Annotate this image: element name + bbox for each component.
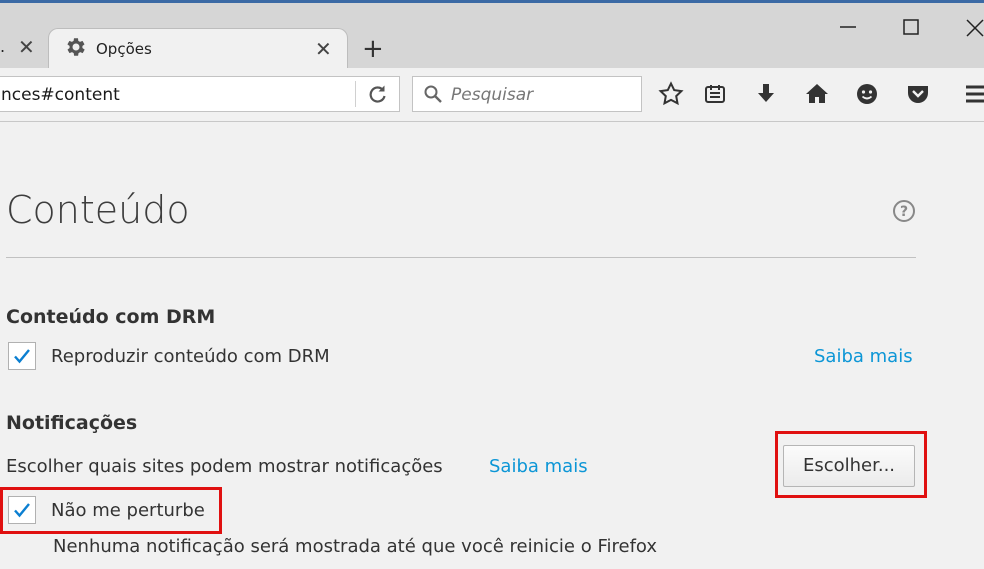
choose-notifications-button[interactable]: Escolher... bbox=[783, 445, 915, 487]
gear-icon bbox=[67, 38, 85, 56]
tab-title: Opções bbox=[96, 40, 152, 58]
navigation-toolbar: nces#content Pesquisar bbox=[0, 68, 984, 122]
tab-previous-title: . bbox=[0, 37, 6, 56]
home-icon[interactable] bbox=[804, 81, 830, 107]
notifications-learn-more-link[interactable]: Saiba mais bbox=[489, 456, 588, 477]
bookmark-star-icon[interactable] bbox=[658, 81, 684, 107]
url-text[interactable]: nces#content bbox=[1, 85, 120, 105]
menu-icon[interactable] bbox=[963, 81, 984, 107]
do-not-disturb-label[interactable]: Não me perturbe bbox=[51, 500, 205, 521]
url-bar[interactable]: nces#content bbox=[0, 76, 400, 112]
notifications-description: Escolher quais sites podem mostrar notif… bbox=[6, 456, 443, 477]
search-placeholder: Pesquisar bbox=[451, 85, 534, 105]
search-icon bbox=[424, 85, 442, 103]
reading-list-icon[interactable] bbox=[702, 81, 728, 107]
drm-checkbox-label[interactable]: Reproduzir conteúdo com DRM bbox=[51, 346, 330, 367]
svg-text:?: ? bbox=[900, 204, 908, 220]
drm-checkbox[interactable] bbox=[8, 342, 36, 370]
download-icon[interactable] bbox=[753, 81, 779, 107]
new-tab-button[interactable]: + bbox=[362, 36, 384, 62]
title-divider bbox=[6, 257, 916, 258]
close-tab-icon[interactable]: ✕ bbox=[315, 39, 332, 59]
close-tab-icon[interactable]: ✕ bbox=[18, 37, 35, 57]
help-icon[interactable]: ? bbox=[892, 199, 916, 223]
drm-learn-more-link[interactable]: Saiba mais bbox=[814, 346, 913, 367]
checkmark-icon bbox=[14, 503, 30, 518]
url-bar-divider bbox=[355, 81, 356, 107]
checkmark-icon bbox=[14, 349, 30, 364]
do-not-disturb-hint: Nenhuma notificação será mostrada até qu… bbox=[53, 536, 658, 557]
tab-options[interactable]: Opções ✕ bbox=[48, 28, 348, 71]
reload-icon[interactable] bbox=[365, 82, 389, 106]
page-title: Conteúdo bbox=[6, 188, 190, 232]
tab-previous[interactable]: . ✕ bbox=[0, 23, 48, 68]
minimize-icon[interactable] bbox=[838, 17, 858, 37]
tab-strip: . ✕ Opções ✕ + bbox=[0, 0, 984, 71]
pocket-icon[interactable] bbox=[905, 81, 931, 107]
close-icon[interactable] bbox=[964, 17, 984, 37]
search-bar[interactable]: Pesquisar bbox=[412, 76, 642, 112]
maximize-icon[interactable] bbox=[901, 17, 921, 37]
do-not-disturb-checkbox[interactable] bbox=[8, 496, 36, 524]
notifications-section-heading: Notificações bbox=[6, 412, 138, 434]
drm-section-heading: Conteúdo com DRM bbox=[6, 306, 216, 328]
emoji-icon[interactable] bbox=[854, 81, 880, 107]
